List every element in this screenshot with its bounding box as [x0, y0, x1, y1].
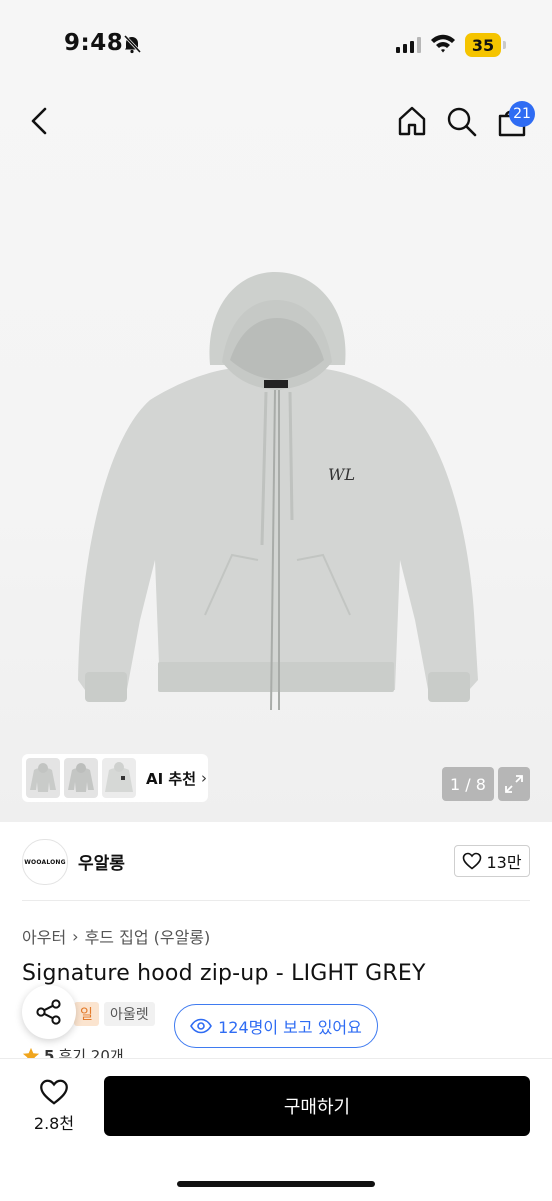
shop-like-button[interactable]: 13만 — [454, 845, 530, 877]
bell-slash-icon — [122, 34, 142, 58]
expand-icon[interactable] — [498, 767, 530, 801]
breadcrumb: 아우터 › 후드 집업 (우알롱) — [22, 924, 210, 948]
battery-indicator: 35 — [465, 33, 501, 57]
wishlist-button[interactable]: 2.8천 — [22, 1078, 86, 1134]
ai-recommend-label[interactable]: AI 추천 — [146, 768, 196, 789]
divider — [22, 900, 530, 901]
image-pager: 1 / 8 — [442, 767, 494, 801]
home-icon[interactable] — [396, 105, 428, 141]
chevron-right-icon[interactable]: › — [201, 769, 207, 787]
share-button[interactable] — [22, 985, 76, 1039]
breadcrumb-level2[interactable]: 후드 집업 (우알롱) — [85, 924, 211, 948]
status-time: 9:48 — [64, 30, 124, 56]
wifi-icon — [430, 33, 456, 57]
search-icon[interactable] — [446, 106, 478, 142]
shop-name[interactable]: 우알롱 — [78, 849, 125, 874]
thumbnail-1[interactable] — [26, 758, 60, 798]
wishlist-count: 2.8천 — [33, 1114, 75, 1133]
thumbnail-strip[interactable]: AI 추천 › — [22, 754, 208, 802]
svg-text:WL: WL — [328, 465, 355, 484]
sale-tag: 일 — [74, 1002, 99, 1026]
viewers-badge: 124명이 보고 있어요 — [174, 1004, 378, 1048]
signal-icon — [396, 37, 422, 57]
thumbnail-2[interactable] — [64, 758, 98, 798]
heart-icon — [40, 1079, 68, 1105]
shop-logo[interactable]: WOOALONG — [22, 839, 68, 885]
outlet-tag: 아울렛 — [104, 1002, 155, 1026]
breadcrumb-level1[interactable]: 아우터 — [22, 924, 66, 948]
heart-icon — [463, 852, 482, 870]
shop-like-count: 13만 — [486, 853, 522, 872]
home-indicator — [177, 1181, 375, 1187]
product-title: Signature hood zip-up - LIGHT GREY — [22, 961, 426, 986]
eye-icon — [190, 1018, 213, 1034]
shop-logo-text: WOOALONG — [24, 858, 66, 866]
battery-cap — [503, 41, 506, 49]
share-icon — [36, 999, 61, 1025]
viewers-text: 124명이 보고 있어요 — [218, 1018, 362, 1037]
cart-badge: 21 — [509, 101, 535, 127]
thumbnail-3[interactable] — [102, 758, 136, 798]
back-icon[interactable] — [28, 106, 52, 140]
buy-button[interactable]: 구매하기 — [104, 1076, 530, 1136]
chevron-right-icon: › — [72, 926, 79, 946]
